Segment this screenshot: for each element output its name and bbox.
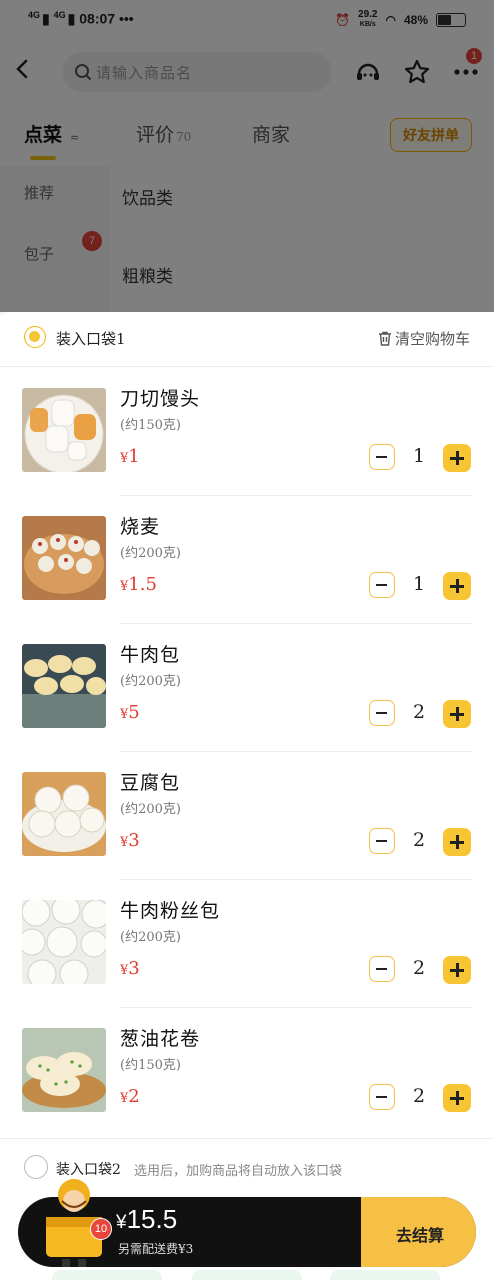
cart-item: 豆腐包 (约200克) ¥3 2 bbox=[22, 752, 472, 880]
item-price-value: 1 bbox=[128, 446, 140, 467]
clear-cart-button[interactable]: 清空购物车 bbox=[378, 328, 470, 349]
beef-bun-photo bbox=[22, 644, 106, 728]
item-price-value: 5 bbox=[128, 702, 140, 723]
item-price: ¥3 bbox=[120, 830, 140, 851]
cart-item: 刀切馒头 (约150克) ¥1 1 bbox=[22, 368, 472, 496]
item-quantity: 2 bbox=[412, 1085, 426, 1107]
cart-total: ¥15.5 bbox=[116, 1204, 177, 1235]
cart-item: 牛肉粉丝包 (约200克) ¥3 2 bbox=[22, 880, 472, 1008]
total-value: 15.5 bbox=[126, 1204, 178, 1234]
decrease-qty-button[interactable] bbox=[369, 828, 395, 854]
item-weight: (约200克) bbox=[120, 546, 181, 561]
shaomai-photo bbox=[22, 516, 106, 600]
tofu-bun-photo bbox=[22, 772, 106, 856]
item-name: 刀切馒头 bbox=[120, 388, 201, 410]
mantou-photo bbox=[22, 388, 106, 472]
bag2-radio[interactable] bbox=[24, 1155, 48, 1179]
item-price: ¥5 bbox=[120, 702, 140, 723]
decrease-qty-button[interactable] bbox=[369, 956, 395, 982]
clear-cart-label: 清空购物车 bbox=[394, 330, 470, 348]
dim-overlay[interactable] bbox=[0, 0, 494, 312]
increase-qty-button[interactable] bbox=[443, 444, 471, 472]
decrease-qty-button[interactable] bbox=[369, 1084, 395, 1110]
item-weight: (约150克) bbox=[120, 1058, 181, 1073]
item-name: 葱油花卷 bbox=[120, 1028, 201, 1050]
item-price-value: 3 bbox=[128, 958, 140, 979]
decrease-qty-button[interactable] bbox=[369, 700, 395, 726]
peek-card-1 bbox=[52, 1270, 162, 1280]
item-name: 牛肉包 bbox=[120, 644, 181, 666]
item-weight: (约200克) bbox=[120, 802, 181, 817]
cart-item: 牛肉包 (约200克) ¥5 2 bbox=[22, 624, 472, 752]
beef-vermicelli-bun-photo bbox=[22, 900, 106, 984]
item-price-value: 2 bbox=[128, 1086, 140, 1107]
total-currency: ¥ bbox=[116, 1212, 127, 1233]
item-quantity: 1 bbox=[412, 445, 426, 467]
cart-item: 烧麦 (约200克) ¥1.5 1 bbox=[22, 496, 472, 624]
cart-sheet: 装入口袋1 清空购物车 刀切馒头 (约150克) ¥1 1 烧麦 (约200克)… bbox=[0, 312, 494, 1280]
item-weight: (约200克) bbox=[120, 674, 181, 689]
item-name: 牛肉粉丝包 bbox=[120, 900, 221, 922]
item-quantity: 2 bbox=[412, 701, 426, 723]
item-quantity: 2 bbox=[412, 829, 426, 851]
checkout-label: 去结算 bbox=[396, 1226, 445, 1245]
bag1-radio[interactable] bbox=[24, 326, 46, 348]
decrease-qty-button[interactable] bbox=[369, 572, 395, 598]
increase-qty-button[interactable] bbox=[443, 700, 471, 728]
item-price-value: 1.5 bbox=[128, 574, 157, 595]
item-name: 烧麦 bbox=[120, 516, 161, 538]
item-price: ¥3 bbox=[120, 958, 140, 979]
bag1-label: 装入口袋1 bbox=[56, 330, 126, 348]
scallion-roll-photo bbox=[22, 1028, 106, 1112]
increase-qty-button[interactable] bbox=[443, 956, 471, 984]
bag2-hint: 选用后，加购商品将自动放入该口袋 bbox=[134, 1164, 343, 1179]
item-name: 豆腐包 bbox=[120, 772, 181, 794]
delivery-fee-note: 另需配送费¥3 bbox=[118, 1242, 194, 1256]
cart-sheet-header: 装入口袋1 清空购物车 bbox=[0, 312, 494, 367]
item-quantity: 1 bbox=[412, 573, 426, 595]
item-weight: (约150克) bbox=[120, 418, 181, 433]
increase-qty-button[interactable] bbox=[443, 1084, 471, 1112]
item-price: ¥1 bbox=[120, 446, 140, 467]
increase-qty-button[interactable] bbox=[443, 828, 471, 856]
increase-qty-button[interactable] bbox=[443, 572, 471, 600]
cart-item: 葱油花卷 (约150克) ¥2 2 bbox=[22, 1008, 472, 1136]
bag2-label: 装入口袋2 bbox=[56, 1162, 121, 1178]
peek-card-3 bbox=[330, 1270, 440, 1280]
item-price-value: 3 bbox=[128, 830, 140, 851]
item-quantity: 2 bbox=[412, 957, 426, 979]
item-price: ¥1.5 bbox=[120, 574, 157, 595]
trash-icon bbox=[378, 331, 391, 346]
decrease-qty-button[interactable] bbox=[369, 444, 395, 470]
cart-count-badge: 10 bbox=[90, 1218, 112, 1240]
item-weight: (约200克) bbox=[120, 930, 181, 945]
peek-card-2 bbox=[192, 1270, 302, 1280]
item-price: ¥2 bbox=[120, 1086, 140, 1107]
